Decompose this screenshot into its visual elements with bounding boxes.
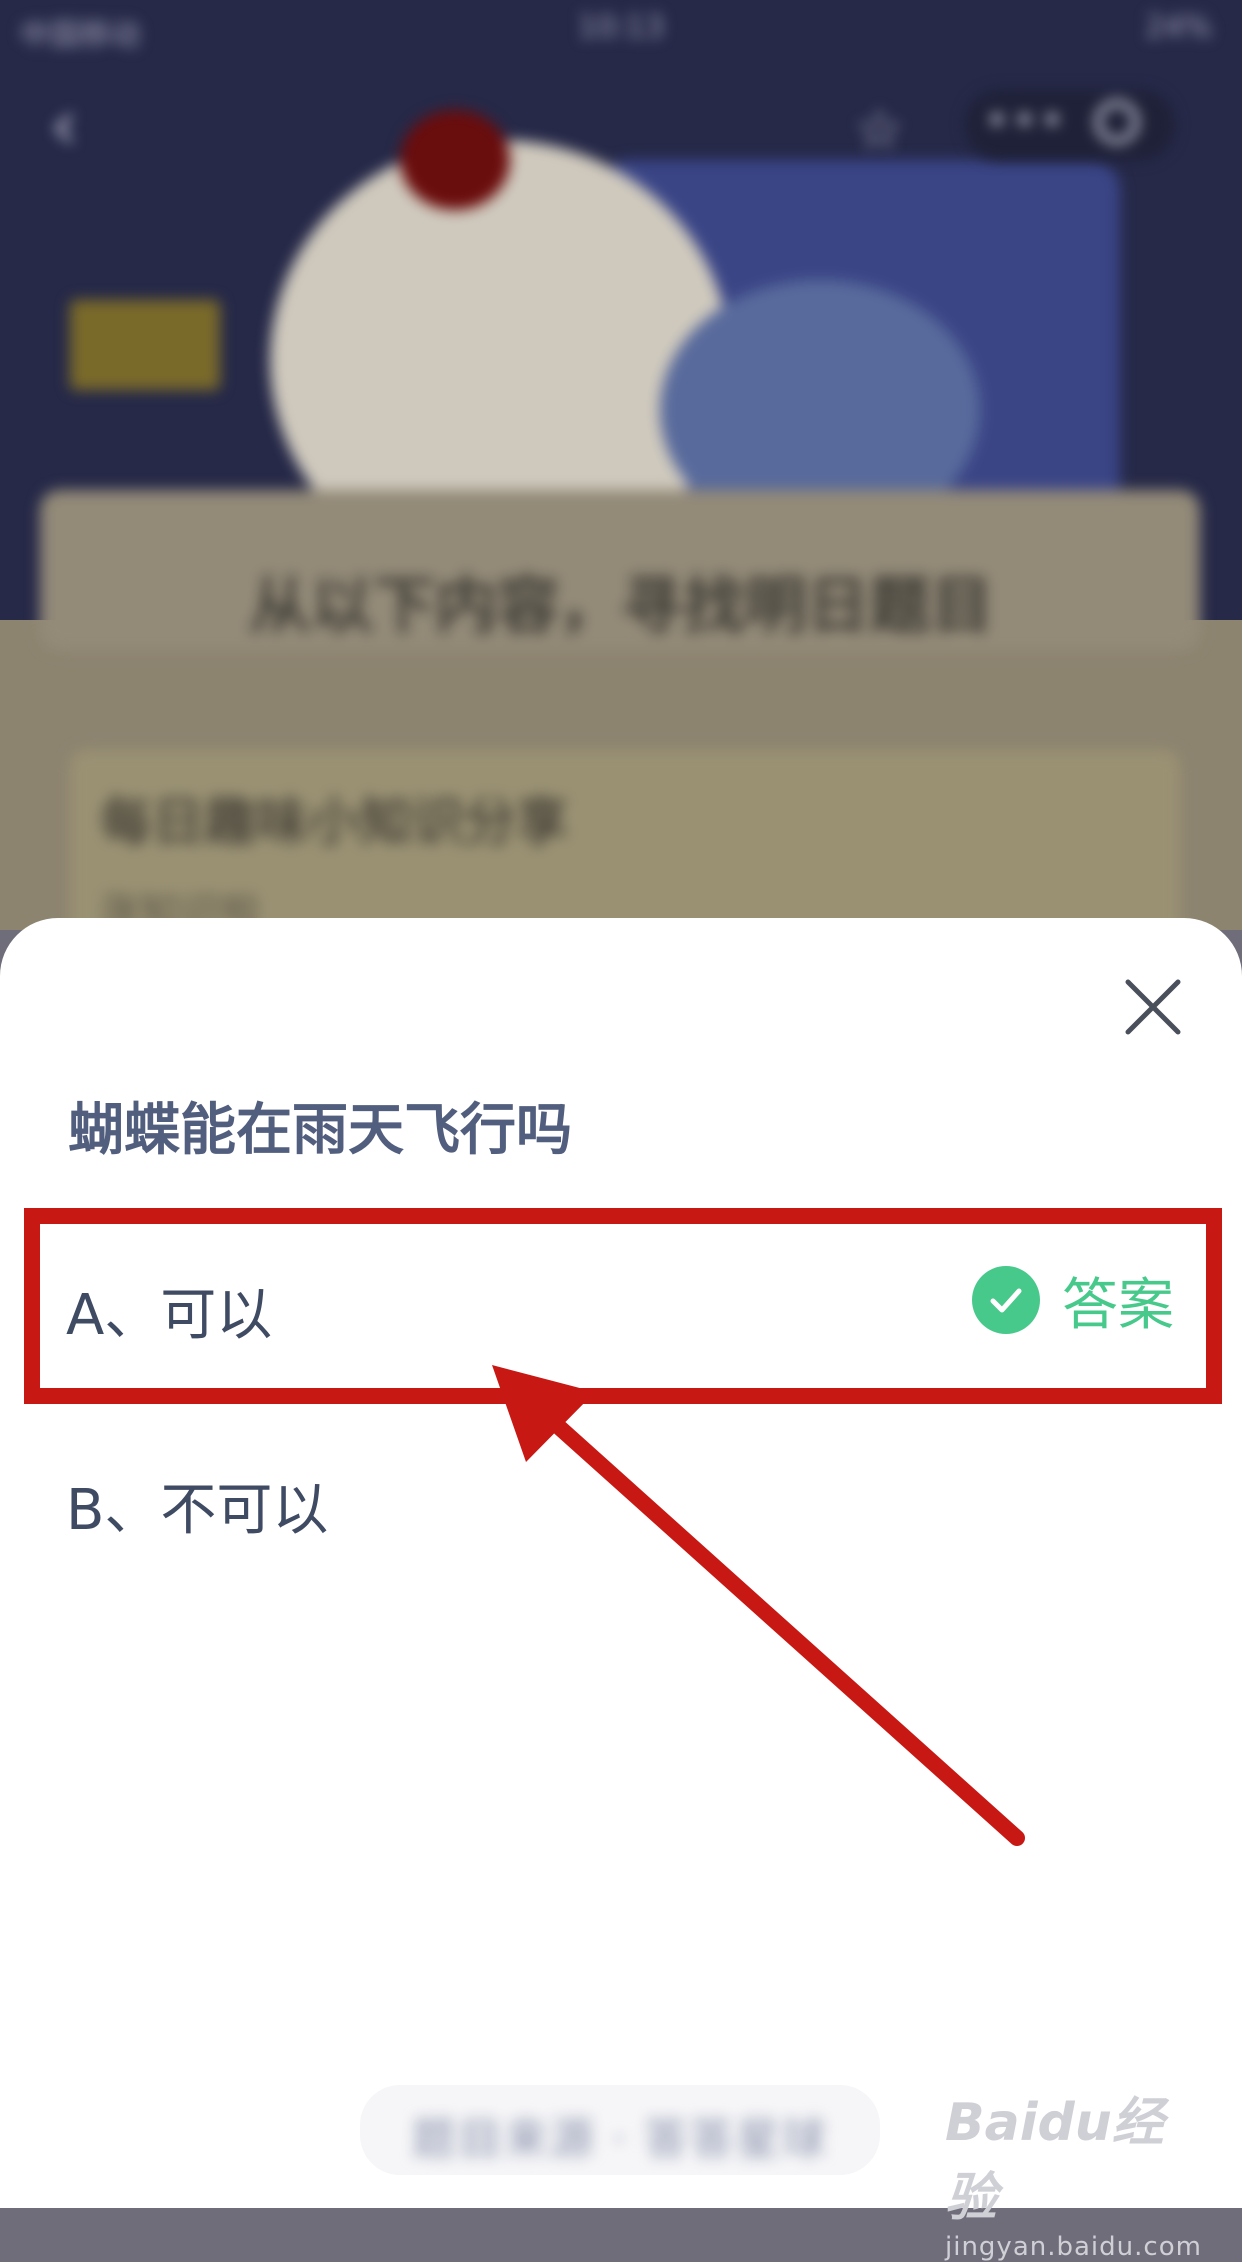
source-button[interactable]: 题目来源 · 答答星球	[360, 2085, 880, 2175]
more-icon[interactable]: •••	[985, 98, 1068, 144]
banner-badge	[70, 300, 220, 390]
quiz-question: 蝴蝶能在雨天飞行吗	[68, 1098, 572, 1163]
close-program-icon[interactable]	[1095, 100, 1139, 144]
star-icon[interactable]: ☆	[855, 98, 903, 161]
watermark-url: jingyan.baidu.com	[945, 2232, 1202, 2262]
background-headline: 从以下内容，寻找明日题目	[248, 569, 993, 642]
highlight-box	[24, 1208, 1222, 1404]
source-button-label: 题目来源 · 答答星球	[412, 2114, 828, 2165]
baidu-watermark: Baidu经验 jingyan.baidu.com	[945, 2080, 1205, 2262]
back-icon[interactable]: ‹	[50, 90, 78, 160]
status-bar: 中国移动 10:13 24%	[0, 0, 1242, 60]
knowledge-card-title: 每日趣味小知识分享	[100, 793, 569, 853]
battery-label: 24%	[1145, 10, 1212, 45]
knowledge-card: 每日趣味小知识分享 涨知识啦	[70, 750, 1180, 930]
status-time: 10:13	[577, 10, 665, 45]
close-icon[interactable]	[1118, 972, 1188, 1042]
option-b[interactable]: B、不可以	[66, 1465, 328, 1546]
background-page: 从以下内容，寻找明日题目 每日趣味小知识分享 涨知识啦 中国移动 10:13 2…	[0, 0, 1242, 930]
nav-bar: ‹ ☆ •••	[0, 80, 1242, 170]
mini-program-capsule: •••	[965, 90, 1175, 160]
